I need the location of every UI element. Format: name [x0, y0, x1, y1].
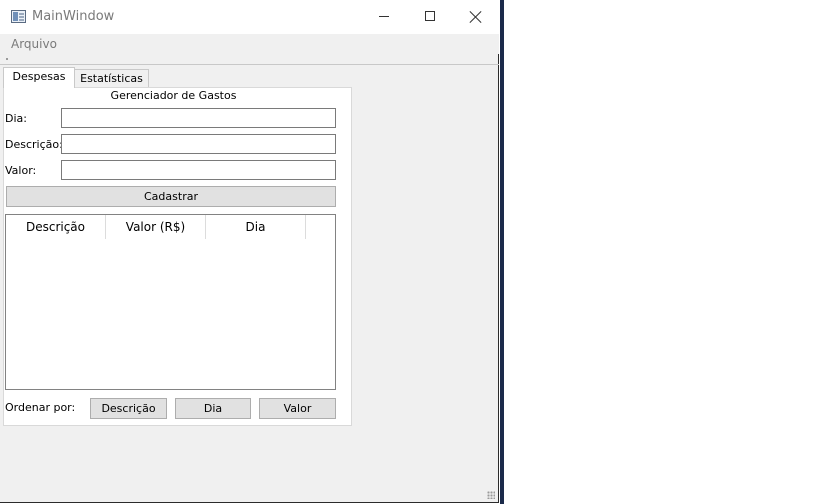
- dia-input[interactable]: [61, 108, 336, 128]
- minimize-icon: [379, 16, 389, 17]
- descricao-label: Descrição:: [5, 138, 63, 151]
- column-header-valor[interactable]: Valor (R$): [106, 215, 206, 239]
- tab-estatisticas[interactable]: Estatísticas: [74, 69, 149, 88]
- maximize-button[interactable]: [406, 0, 452, 34]
- window-title: MainWindow: [32, 9, 115, 24]
- form-title: Gerenciador de Gastos: [110, 89, 237, 102]
- minimize-button[interactable]: [360, 0, 406, 34]
- menu-arquivo[interactable]: Arquivo: [11, 37, 57, 51]
- resize-grip-icon[interactable]: [487, 491, 495, 499]
- app-window-icon: [11, 10, 26, 23]
- toolbar: [0, 55, 499, 65]
- dia-label: Dia:: [5, 112, 27, 125]
- menu-bar: Arquivo: [0, 34, 499, 54]
- toolbar-handle[interactable]: [6, 58, 8, 60]
- column-header-dia[interactable]: Dia: [206, 215, 306, 239]
- cadastrar-button[interactable]: Cadastrar: [6, 186, 336, 207]
- expenses-table[interactable]: Descrição Valor (R$) Dia: [5, 214, 336, 390]
- maximize-icon: [425, 11, 435, 21]
- title-bar[interactable]: MainWindow: [0, 0, 499, 34]
- valor-label: Valor:: [5, 164, 37, 177]
- tab-despesas[interactable]: Despesas: [3, 67, 75, 88]
- valor-input[interactable]: [61, 160, 336, 180]
- sort-by-dia-button[interactable]: Dia: [175, 398, 251, 419]
- column-header-descricao[interactable]: Descrição: [6, 215, 106, 239]
- descricao-input[interactable]: [61, 134, 336, 154]
- desktop-background: [500, 0, 504, 504]
- main-window: MainWindow Arquivo Despesas Estatísticas…: [0, 0, 499, 503]
- sort-label: Ordenar por:: [5, 401, 76, 414]
- despesas-tab-pane: Gerenciador de Gastos Dia: Descrição: Va…: [3, 87, 352, 426]
- sort-by-valor-button[interactable]: Valor: [259, 398, 336, 419]
- close-icon: [469, 10, 483, 24]
- close-button[interactable]: [452, 0, 498, 34]
- sort-by-descricao-button[interactable]: Descrição: [90, 398, 167, 419]
